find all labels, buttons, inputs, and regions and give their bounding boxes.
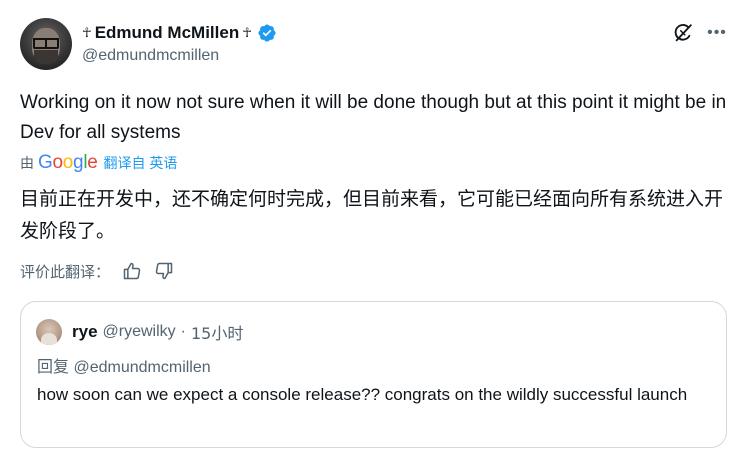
quoted-author-avatar[interactable] <box>36 319 62 345</box>
translated-by-label: 由 <box>20 155 34 171</box>
quoted-author-name[interactable]: rye <box>72 322 98 342</box>
quoted-tweet-card[interactable]: rye @ryewilky · 15小时 回复 @edmundmcmillen … <box>20 301 727 448</box>
google-logo: Google <box>38 152 98 173</box>
thumbs-down-icon[interactable] <box>154 261 174 281</box>
rate-translation-row: 评价此翻译： <box>20 258 174 284</box>
ankh-icon: ☥ <box>82 25 92 41</box>
quoted-tweet-header: rye @ryewilky · 15小时 <box>72 319 243 345</box>
translation-attribution: 由 Google 翻译自 英语 <box>20 151 177 175</box>
thumbs-up-icon[interactable] <box>122 261 142 281</box>
avatar-glasses <box>33 38 59 49</box>
separator-dot: · <box>180 323 186 340</box>
replying-to-label: 回复 <box>37 357 70 376</box>
author-name-row[interactable]: ☥ Edmund McMillen ☥ <box>82 20 277 46</box>
quoted-tweet-text: how soon can we expect a console release… <box>37 385 688 404</box>
author-avatar[interactable] <box>20 18 72 70</box>
replying-to-line: 回复 @edmundmcmillen <box>37 353 211 377</box>
author-display-name[interactable]: Edmund McMillen <box>95 23 240 43</box>
replying-to-handle[interactable]: @edmundmcmillen <box>73 359 210 376</box>
verified-badge-icon[interactable] <box>257 23 277 43</box>
quoted-author-handle[interactable]: @ryewilky <box>103 323 176 341</box>
author-handle[interactable]: @edmundmcmillen <box>82 47 219 65</box>
tweet-text: Working on it now not sure when it will … <box>20 92 727 143</box>
quoted-tweet-time[interactable]: 15小时 <box>191 320 243 344</box>
translated-text: 目前正在开发中，还不确定何时完成，但目前来看，它可能已经面向所有系统进入开发阶段… <box>20 188 724 242</box>
grok-icon[interactable] <box>670 20 696 46</box>
avatar-beard <box>34 50 58 64</box>
translated-from-link[interactable]: 翻译自 英语 <box>104 153 178 173</box>
more-options-icon[interactable]: ••• <box>704 20 730 46</box>
ankh-icon: ☥ <box>242 25 252 41</box>
rate-translation-label: 评价此翻译： <box>20 262 111 281</box>
tweet: ☥ Edmund McMillen ☥ @edmundmcmillen ••• … <box>0 0 750 467</box>
